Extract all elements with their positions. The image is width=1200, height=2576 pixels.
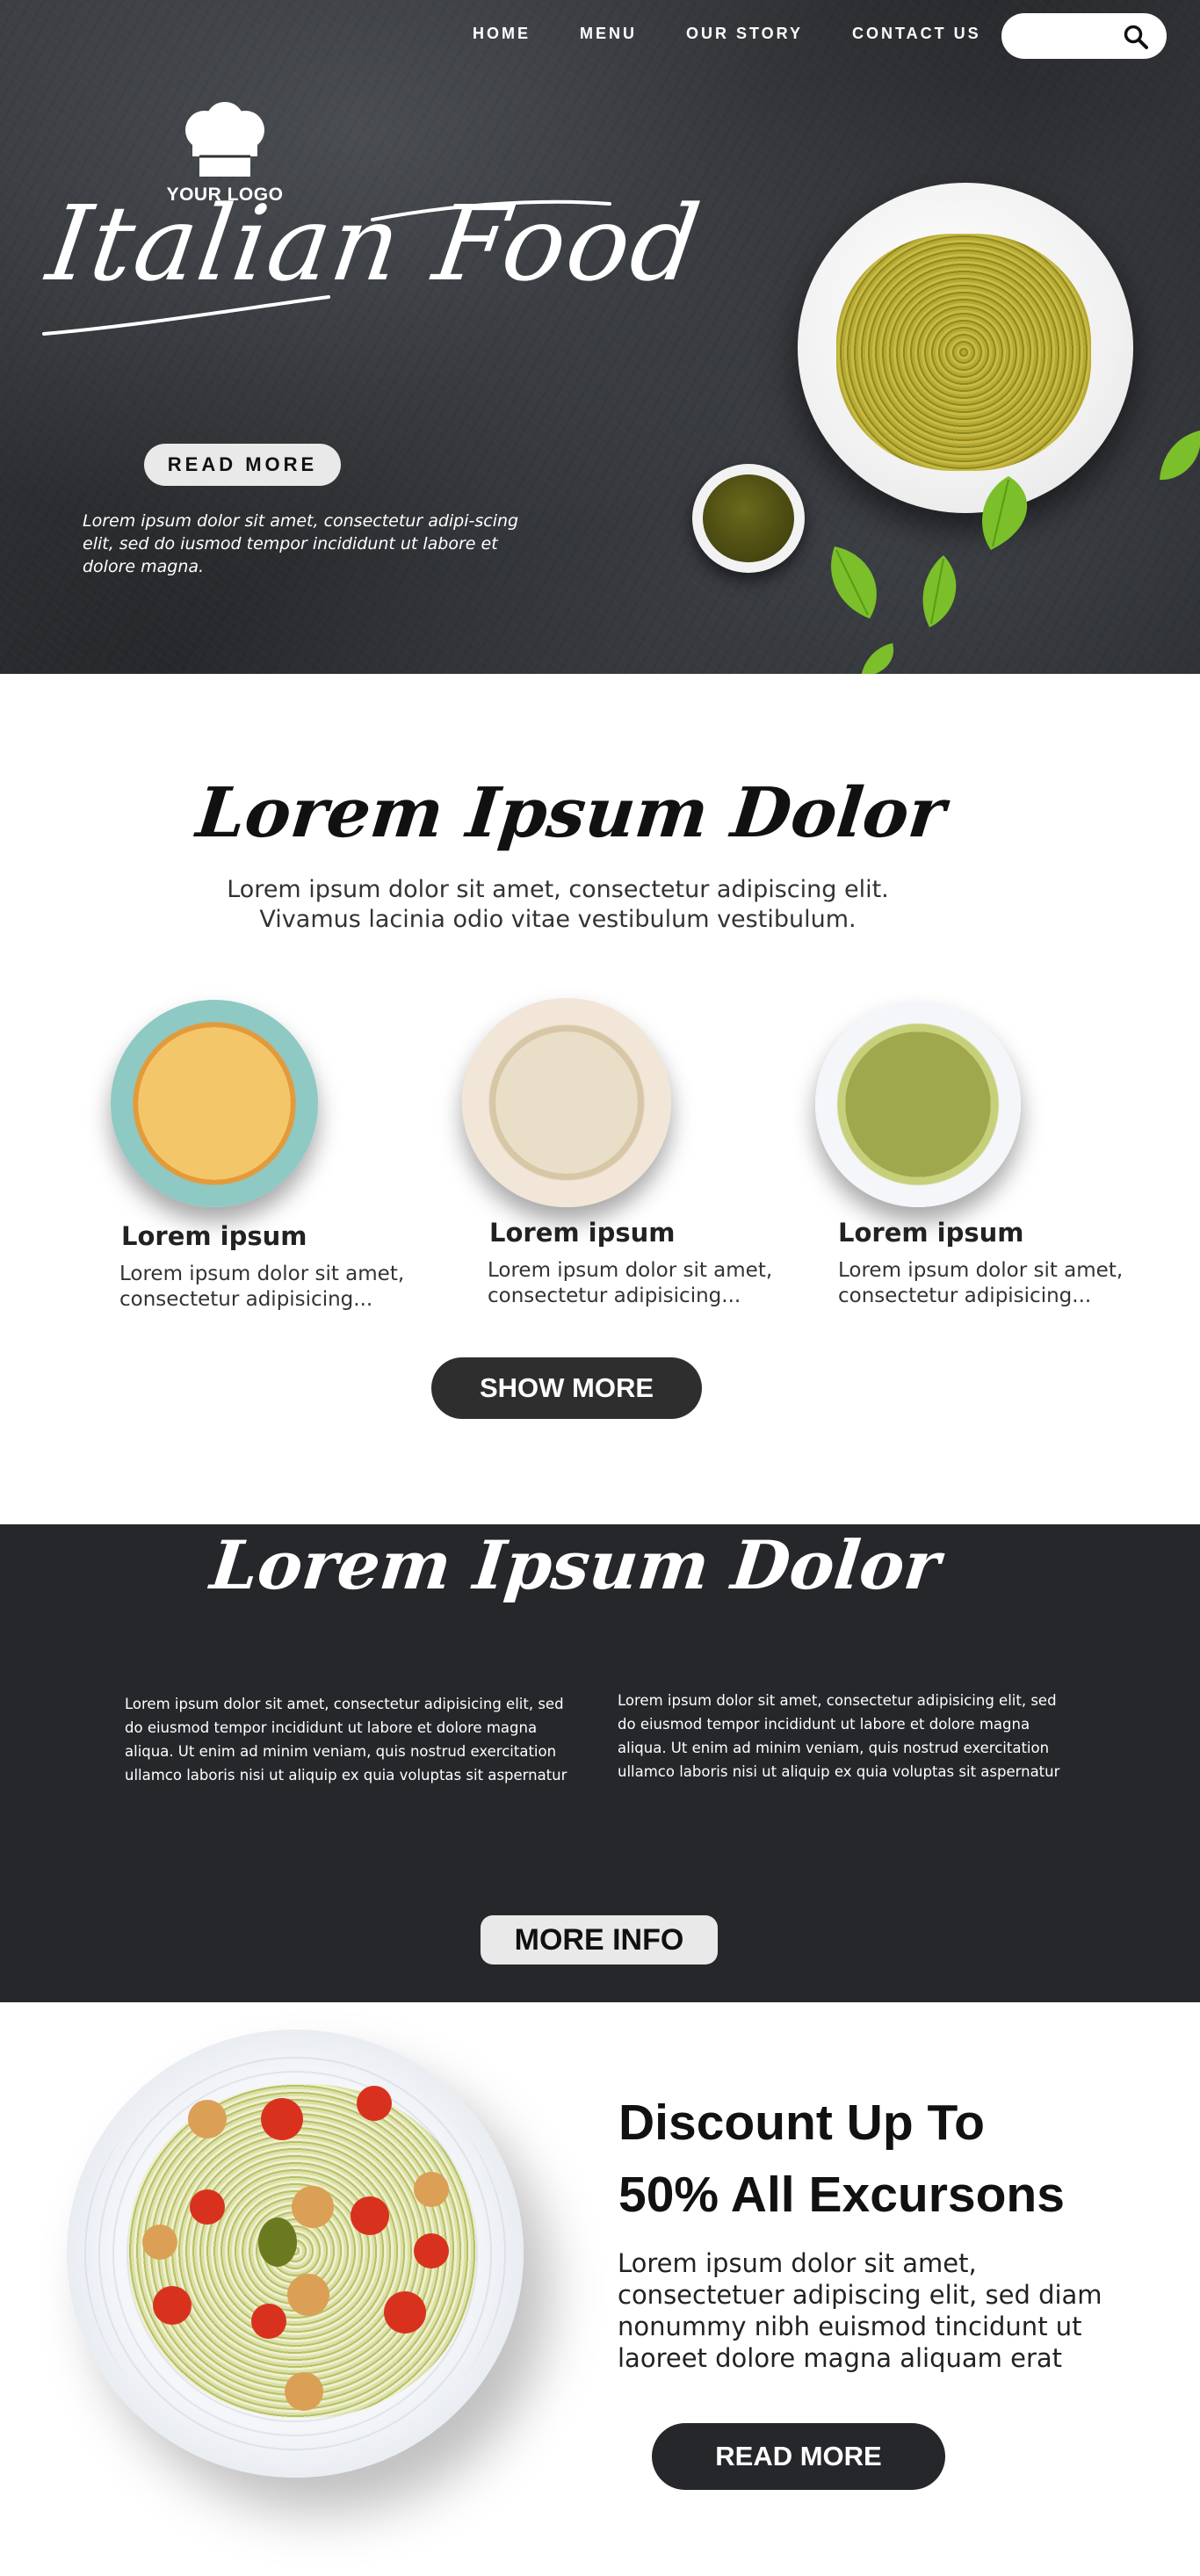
dish-image xyxy=(462,998,671,1207)
more-info-button[interactable]: MORE INFO xyxy=(481,1915,718,1965)
dish-image xyxy=(111,1000,318,1207)
show-more-button[interactable]: SHOW MORE xyxy=(431,1357,702,1419)
dish-description-line: Lorem ipsum dolor sit amet, xyxy=(488,1259,773,1282)
dish-card[interactable] xyxy=(462,998,671,1207)
basil-leaf-icon xyxy=(981,476,1028,550)
basil-leaf-icon xyxy=(922,555,957,627)
hero-title: Italian Food xyxy=(40,183,709,304)
dish-description: Lorem ipsum dolor sit amet, consectetur … xyxy=(838,1258,1128,1309)
dish-description-line: consectetur adipisicing... xyxy=(119,1288,373,1311)
dish-title: Lorem ipsum xyxy=(489,1218,676,1248)
promo-title-line: Discount Up To xyxy=(618,2095,985,2151)
search-icon[interactable] xyxy=(1123,24,1149,50)
search-box xyxy=(1001,13,1167,59)
search-input[interactable] xyxy=(1001,13,1116,59)
dish-description: Lorem ipsum dolor sit amet, consectetur … xyxy=(119,1262,409,1313)
dish-description-line: Lorem ipsum dolor sit amet, xyxy=(838,1259,1124,1282)
subtitle-line: Lorem ipsum dolor sit amet, consectetur … xyxy=(227,876,889,903)
cherry-tomato-icons xyxy=(142,2086,449,2411)
dish-card[interactable] xyxy=(815,1002,1021,1207)
promo-title-line: 50% All Excursons xyxy=(618,2167,1065,2223)
dish-description-line: Lorem ipsum dolor sit amet, xyxy=(119,1263,405,1285)
main-nav: HOME MENU OUR STORY CONTACT US xyxy=(473,25,1030,43)
nav-our-story[interactable]: OUR STORY xyxy=(686,25,803,43)
chef-hat-icon xyxy=(185,102,264,177)
hero-banner: HOME MENU OUR STORY CONTACT US YOUR LOGO… xyxy=(0,0,1200,674)
hero-description: Lorem ipsum dolor sit amet, consectetur … xyxy=(83,511,519,576)
basil-leaf-icon xyxy=(831,546,877,619)
nav-contact-us[interactable]: CONTACT US xyxy=(852,25,981,43)
nav-home[interactable]: HOME xyxy=(473,25,531,43)
dish-card[interactable] xyxy=(111,1000,318,1207)
info-text-left: Lorem ipsum dolor sit amet, consectetur … xyxy=(125,1696,567,1784)
hero-read-more-button[interactable]: READ MORE xyxy=(144,444,341,486)
promo-description: Lorem ipsum dolor sit amet, consectetuer… xyxy=(618,2248,1102,2373)
pesto-sauce-image xyxy=(703,474,794,562)
section-subtitle: Lorem ipsum dolor sit amet, consectetur … xyxy=(0,875,1116,935)
promo-title: Discount Up To 50% All Excursons xyxy=(618,2087,1110,2231)
basil-leaf-icon xyxy=(861,643,894,674)
dish-description: Lorem ipsum dolor sit amet, consectetur … xyxy=(488,1258,777,1309)
dish-image xyxy=(815,1002,1021,1207)
basil-leaf-icon xyxy=(1160,431,1200,481)
dish-description-line: consectetur adipisicing... xyxy=(838,1284,1092,1307)
dish-title: Lorem ipsum xyxy=(838,1218,1024,1248)
spaghetti-image xyxy=(836,234,1091,471)
promo-read-more-button[interactable]: READ MORE xyxy=(652,2423,945,2490)
nav-menu[interactable]: MENU xyxy=(580,25,637,43)
dish-description-line: consectetur adipisicing... xyxy=(488,1284,741,1307)
section-title: Lorem Ipsum Dolor xyxy=(192,773,950,853)
subtitle-line: Vivamus lacinia odio vitae vestibulum ve… xyxy=(259,906,857,933)
dark-section-title: Lorem Ipsum Dolor xyxy=(206,1526,944,1604)
dish-title: Lorem ipsum xyxy=(121,1221,307,1251)
info-text-right: Lorem ipsum dolor sit amet, consectetur … xyxy=(618,1692,1060,1780)
